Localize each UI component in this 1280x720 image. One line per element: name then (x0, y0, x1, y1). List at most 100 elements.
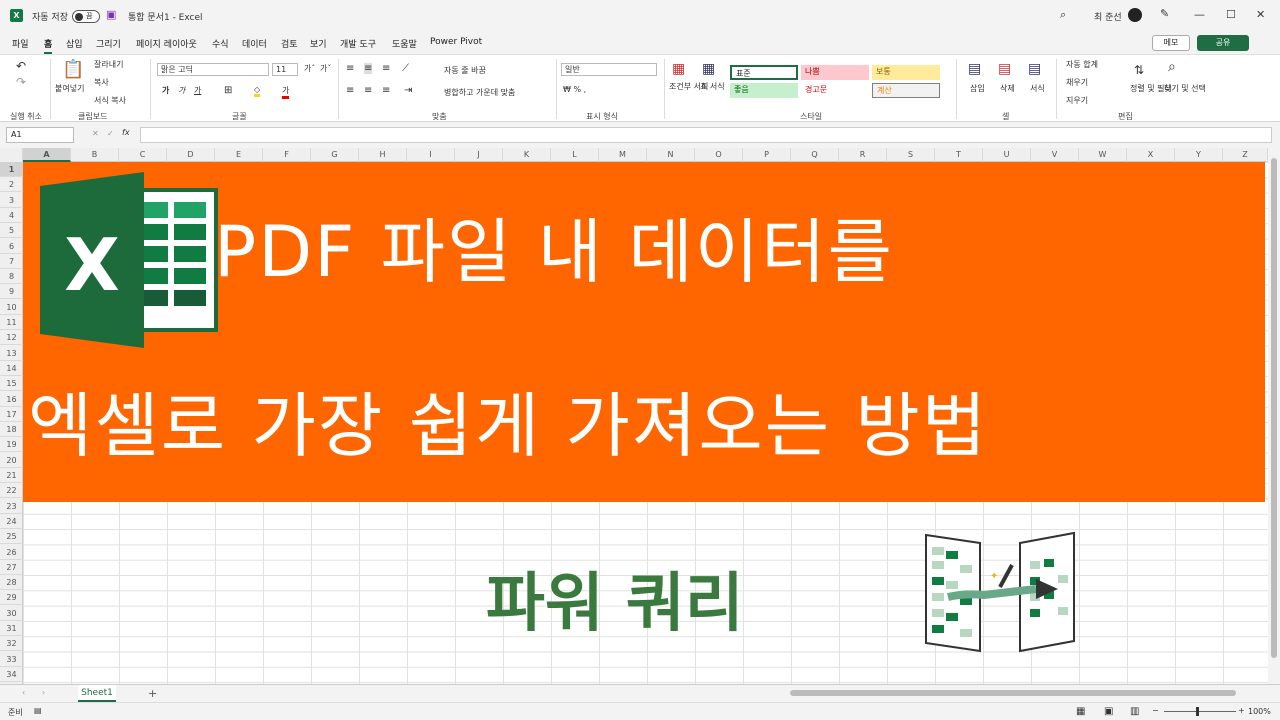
row-header[interactable]: 23 (0, 499, 23, 514)
row-header[interactable]: 33 (0, 652, 23, 667)
align-left-icon[interactable]: ≡ (346, 85, 354, 96)
maximize-button[interactable]: ☐ (1226, 8, 1236, 21)
insert-cells-icon[interactable]: ▤ (968, 61, 981, 77)
next-sheet-icon[interactable]: › (42, 688, 45, 697)
row-header[interactable]: 21 (0, 468, 23, 483)
cancel-icon[interactable]: ✕ (92, 129, 99, 138)
row-header[interactable]: 7 (0, 254, 23, 269)
row-header[interactable]: 12 (0, 330, 23, 346)
minimize-button[interactable]: — (1194, 8, 1205, 21)
vertical-scrollbar[interactable] (1268, 148, 1280, 684)
row-header[interactable]: 28 (0, 575, 23, 591)
column-header[interactable]: I (407, 148, 455, 162)
row-header[interactable]: 10 (0, 300, 23, 315)
style-bad[interactable]: 나쁨 (801, 65, 869, 80)
orientation-icon[interactable]: ⟋ (402, 63, 409, 74)
page-layout-icon[interactable]: ▣ (1104, 706, 1113, 717)
column-header[interactable]: X (1127, 148, 1175, 162)
row-header[interactable]: 25 (0, 529, 23, 545)
user-name[interactable]: 최 준선 (1094, 10, 1122, 23)
sheet-tab[interactable]: Sheet1 (78, 685, 116, 702)
search-icon[interactable]: ⌕ (1060, 8, 1066, 22)
accessibility-icon[interactable]: ▤ (34, 706, 42, 715)
horizontal-scroll-thumb[interactable] (790, 690, 1236, 696)
row-header[interactable]: 2 (0, 177, 23, 193)
row-header[interactable]: 9 (0, 284, 23, 300)
column-header[interactable]: T (935, 148, 983, 162)
column-header[interactable]: K (503, 148, 551, 162)
row-header[interactable]: 6 (0, 239, 23, 254)
tab-power-pivot[interactable]: Power Pivot (430, 37, 482, 47)
row-header[interactable]: 32 (0, 636, 23, 652)
delete-cells-button[interactable]: 삭제 (1000, 83, 1015, 94)
memo-button[interactable]: 메모 (1152, 35, 1190, 51)
row-header[interactable]: 5 (0, 223, 23, 239)
row-header[interactable]: 8 (0, 269, 23, 285)
font-size-select[interactable]: 11 (272, 63, 298, 76)
align-center-icon[interactable]: ≡ (364, 85, 372, 96)
row-header[interactable]: 13 (0, 346, 23, 361)
column-header[interactable]: Y (1175, 148, 1223, 162)
font-name-select[interactable]: 맑은 고딕 (157, 63, 269, 76)
sort-filter-icon[interactable]: ⇅ (1134, 63, 1144, 77)
copy-button[interactable]: 복사 (94, 77, 109, 88)
find-select-button[interactable]: 찾기 및 선택 (1164, 83, 1206, 94)
autosave-toggle[interactable]: 끔 (72, 10, 100, 23)
row-header[interactable]: 14 (0, 361, 23, 376)
fill-button[interactable]: 채우기 (1066, 77, 1088, 88)
row-header[interactable]: 22 (0, 483, 23, 499)
enter-icon[interactable]: ✓ (107, 129, 114, 138)
row-header[interactable]: 4 (0, 208, 23, 223)
insert-cells-button[interactable]: 삽입 (970, 83, 985, 94)
column-header[interactable]: J (455, 148, 503, 162)
zoom-slider-thumb[interactable] (1196, 707, 1199, 716)
tab-review[interactable]: 검토 (281, 37, 298, 50)
undo-icon[interactable]: ↶ (16, 59, 26, 73)
column-header[interactable]: C (119, 148, 167, 162)
row-header[interactable]: 15 (0, 376, 23, 392)
zoom-in-icon[interactable]: + (1238, 706, 1245, 715)
name-box[interactable]: A1 (6, 127, 74, 143)
tab-page-layout[interactable]: 페이지 레이아웃 (136, 37, 197, 50)
row-header[interactable]: 17 (0, 407, 23, 422)
vertical-scroll-thumb[interactable] (1271, 158, 1277, 658)
tab-data[interactable]: 데이터 (242, 37, 267, 50)
align-top-icon[interactable]: ≡ (346, 63, 354, 74)
tab-file[interactable]: 파일 (12, 37, 29, 50)
page-break-icon[interactable]: ▥ (1130, 706, 1139, 717)
row-header[interactable]: 3 (0, 193, 23, 208)
tab-help[interactable]: 도움말 (392, 37, 417, 50)
row-header[interactable]: 26 (0, 545, 23, 560)
row-header[interactable]: 19 (0, 437, 23, 453)
format-cells-icon[interactable]: ▤ (1028, 61, 1041, 77)
clear-button[interactable]: 지우기 (1066, 95, 1088, 106)
wrap-text-button[interactable]: 자동 줄 바꿈 (444, 65, 486, 76)
row-header[interactable]: 11 (0, 315, 23, 330)
column-header[interactable]: A (23, 148, 71, 162)
style-standard[interactable]: 표준 (730, 65, 798, 80)
column-header[interactable]: V (1031, 148, 1079, 162)
format-as-table-button[interactable]: 표 서식 (700, 81, 725, 92)
column-header[interactable]: S (887, 148, 935, 162)
share-button[interactable]: 공유 (1197, 35, 1249, 51)
cut-button[interactable]: 잘라내기 (94, 59, 123, 70)
formula-input[interactable] (140, 127, 1272, 143)
align-middle-icon[interactable]: ≡ (364, 63, 373, 74)
column-header[interactable]: E (215, 148, 263, 162)
row-header[interactable]: 34 (0, 667, 23, 682)
column-header[interactable]: P (743, 148, 791, 162)
row-header[interactable]: 31 (0, 621, 23, 636)
zoom-slider[interactable] (1164, 711, 1236, 712)
style-warning[interactable]: 경고문 (801, 83, 869, 98)
column-header[interactable]: G (311, 148, 359, 162)
row-header[interactable]: 20 (0, 453, 23, 468)
column-header[interactable]: N (647, 148, 695, 162)
autosum-button[interactable]: 자동 합계 (1066, 59, 1098, 70)
indent-icon[interactable]: ⇥ (404, 85, 412, 96)
row-header[interactable]: 27 (0, 560, 23, 575)
border-icon[interactable]: ⊞ (224, 85, 232, 96)
select-all-corner[interactable] (0, 148, 23, 162)
column-header[interactable]: O (695, 148, 743, 162)
row-header[interactable]: 16 (0, 392, 23, 407)
style-good[interactable]: 좋음 (730, 83, 798, 98)
